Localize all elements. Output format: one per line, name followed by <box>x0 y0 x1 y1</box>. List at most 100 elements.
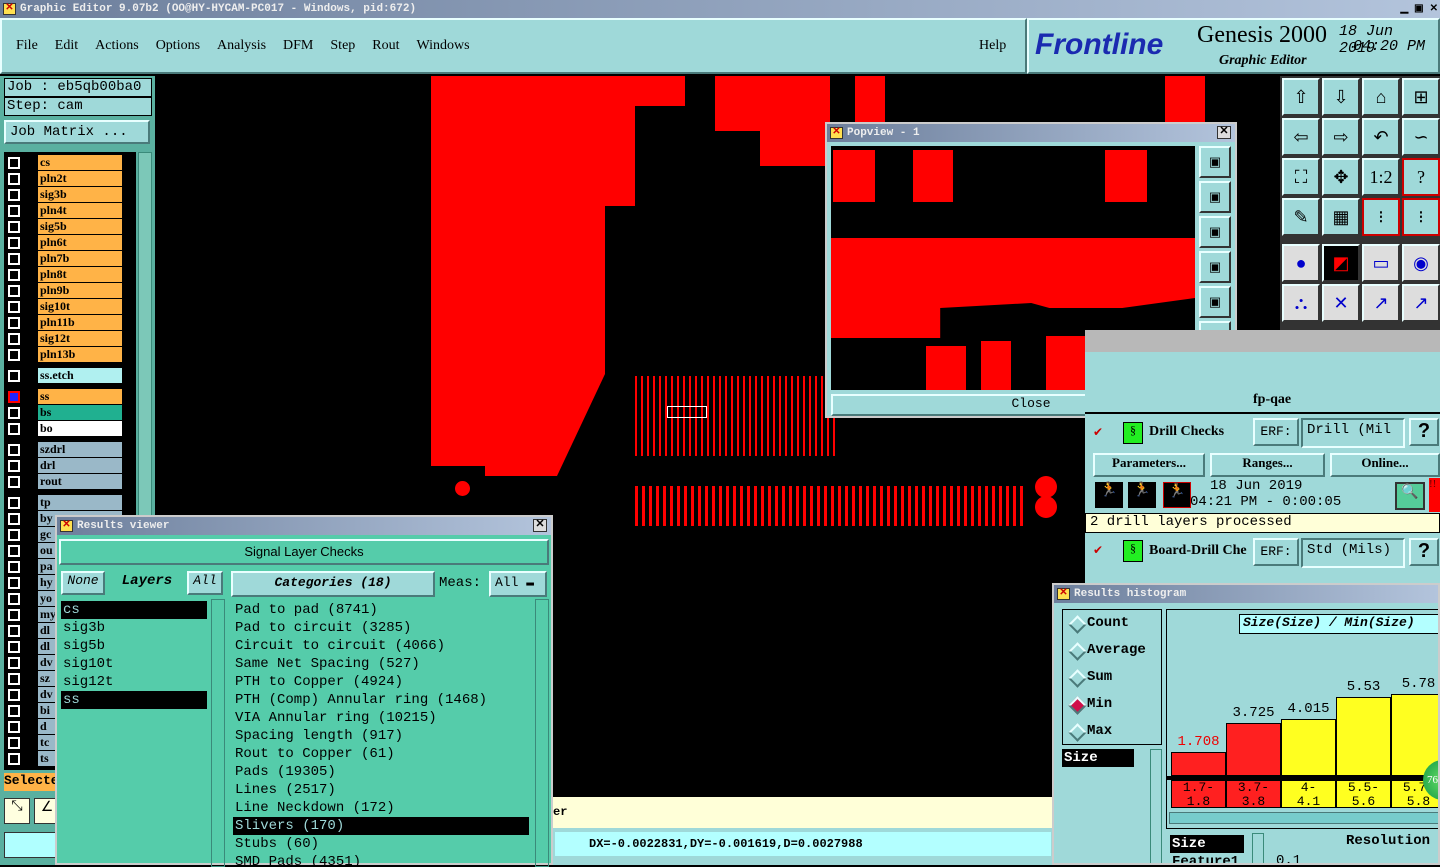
layer-name[interactable]: cs <box>38 155 122 170</box>
category-item[interactable]: PTH to Copper (4924) <box>233 673 529 691</box>
parameters-button[interactable]: Parameters... <box>1093 453 1205 477</box>
pan-right-icon[interactable]: ⇨ <box>1322 118 1360 156</box>
layer-row[interactable]: pln6t <box>6 235 124 250</box>
layer-name[interactable]: sig10t <box>38 299 122 314</box>
layer-row[interactable]: bs <box>6 405 124 420</box>
layer-checkbox[interactable] <box>8 577 20 589</box>
erf-field[interactable]: Drill (Mil <box>1301 418 1405 448</box>
category-item[interactable]: PTH (Comp) Annular ring (1468) <box>233 691 529 709</box>
menu-rout[interactable]: Rout <box>372 38 399 53</box>
layer-name[interactable]: pln9b <box>38 283 122 298</box>
category-item[interactable]: Same Net Spacing (527) <box>233 655 529 673</box>
run-selected-icon[interactable]: 🏃 <box>1128 482 1156 508</box>
layer-name[interactable]: szdrl <box>38 442 122 457</box>
netlist-alt-icon[interactable]: ⁝ <box>1402 198 1440 236</box>
layer-row[interactable]: pln8t <box>6 267 124 282</box>
layer-row[interactable]: pln7b <box>6 251 124 266</box>
menu-windows[interactable]: Windows <box>417 38 470 53</box>
layer-checkbox[interactable] <box>8 657 20 669</box>
layer-row[interactable]: ss.etch <box>6 368 124 383</box>
layer-checkbox[interactable] <box>8 689 20 701</box>
job-matrix-button[interactable]: Job Matrix ... <box>4 120 150 144</box>
layer-checkbox[interactable] <box>8 497 20 509</box>
layer-checkbox[interactable] <box>8 269 20 281</box>
categories-scrollbar[interactable] <box>535 599 549 867</box>
layer-checkbox[interactable] <box>8 513 20 525</box>
zoom-results-icon[interactable]: 🔍 <box>1395 482 1425 510</box>
fit-icon[interactable]: ⛶ <box>1282 158 1320 196</box>
erf-field[interactable]: Std (Mils) <box>1301 538 1405 568</box>
category-item[interactable]: Pad to circuit (3285) <box>233 619 529 637</box>
layer-row[interactable]: szdrl <box>6 442 124 457</box>
popview-down-icon[interactable]: ▣ <box>1199 216 1231 248</box>
layer-item[interactable]: sig5b <box>61 637 207 655</box>
check-enable-checkbox[interactable]: ✔ <box>1093 425 1103 440</box>
home-icon[interactable]: ⌂ <box>1362 78 1400 116</box>
run-icon[interactable]: 🏃 <box>1095 482 1123 508</box>
layer-item[interactable]: sig12t <box>61 673 207 691</box>
histogram-bar[interactable] <box>1336 697 1391 776</box>
tools-palette-icon[interactable]: ✎ <box>1282 198 1320 236</box>
layer-name[interactable]: sig3b <box>38 187 122 202</box>
popview-right-icon[interactable]: ▣ <box>1199 286 1231 318</box>
layer-item[interactable]: cs <box>61 601 207 619</box>
category-item[interactable]: Stubs (60) <box>233 835 529 853</box>
popview-export-icon[interactable]: ▣ <box>1199 146 1231 178</box>
field-item[interactable]: Size <box>1062 749 1134 767</box>
layer-checkbox[interactable] <box>8 625 20 637</box>
layer-name[interactable]: tp <box>38 495 122 510</box>
snap-icon[interactable]: ∽ <box>1402 118 1440 156</box>
layer-row[interactable]: pln13b <box>6 347 124 362</box>
menu-analysis[interactable]: Analysis <box>217 38 266 53</box>
ranges-button[interactable]: Ranges... <box>1210 453 1325 477</box>
layer-row[interactable]: pln2t <box>6 171 124 186</box>
layer-name[interactable]: pln2t <box>38 171 122 186</box>
import-down-icon[interactable]: ⇩ <box>1322 78 1360 116</box>
layer-checkbox[interactable] <box>8 444 20 456</box>
menu-dfm[interactable]: DFM <box>283 38 313 53</box>
online-button[interactable]: Online... <box>1330 453 1440 477</box>
layer-checkbox[interactable] <box>8 333 20 345</box>
popview-left-icon[interactable]: ▣ <box>1199 251 1231 283</box>
category-item[interactable]: Circuit to circuit (4066) <box>233 637 529 655</box>
layer-checkbox[interactable] <box>8 593 20 605</box>
layer-row[interactable]: sig5b <box>6 219 124 234</box>
layer-row[interactable]: ss <box>6 389 124 404</box>
category-item[interactable]: Pad to pad (8741) <box>233 601 529 619</box>
layer-row[interactable]: tp <box>6 495 124 510</box>
menu-actions[interactable]: Actions <box>95 38 139 53</box>
layer-name[interactable]: pln13b <box>38 347 122 362</box>
popview-up-icon[interactable]: ▣ <box>1199 181 1231 213</box>
layer-row[interactable]: sig3b <box>6 187 124 202</box>
layer-checkbox[interactable] <box>8 349 20 361</box>
category-item[interactable]: Line Neckdown (172) <box>233 799 529 817</box>
layer-checkbox[interactable] <box>8 641 20 653</box>
window-grid-icon[interactable]: ⊞ <box>1402 78 1440 116</box>
layer-name[interactable]: bo <box>38 421 122 436</box>
help-button[interactable]: ? <box>1409 538 1439 566</box>
layer-checkbox[interactable] <box>8 285 20 297</box>
layer-checkbox[interactable] <box>8 476 20 488</box>
layer-item[interactable]: sig3b <box>61 619 207 637</box>
mode-radio-max[interactable]: Max <box>1063 718 1161 745</box>
check-enable-checkbox[interactable]: ✔ <box>1093 543 1103 558</box>
category-item[interactable]: Spacing length (917) <box>233 727 529 745</box>
layer-checkbox[interactable] <box>8 721 20 733</box>
layer-name[interactable]: drl <box>38 458 122 473</box>
layer-checkbox[interactable] <box>8 460 20 472</box>
grid-icon[interactable]: ▦ <box>1322 198 1360 236</box>
layer-checkbox[interactable] <box>8 673 20 685</box>
category-item[interactable]: Pads (19305) <box>233 763 529 781</box>
layer-checkbox[interactable] <box>8 391 20 403</box>
close-icon[interactable]: ✕ <box>533 519 547 532</box>
zoom-icon[interactable]: ✥ <box>1322 158 1360 196</box>
layer-name[interactable]: pln4t <box>38 203 122 218</box>
layer-item[interactable]: sig10t <box>61 655 207 673</box>
layer-name[interactable]: bs <box>38 405 122 420</box>
layer-checkbox[interactable] <box>8 301 20 313</box>
layer-row[interactable]: pln4t <box>6 203 124 218</box>
category-item[interactable]: Slivers (170) <box>233 817 529 835</box>
layer-row[interactable]: sig10t <box>6 299 124 314</box>
layer-name[interactable]: sig12t <box>38 331 122 346</box>
close-icon[interactable]: ✕ <box>1217 126 1231 139</box>
